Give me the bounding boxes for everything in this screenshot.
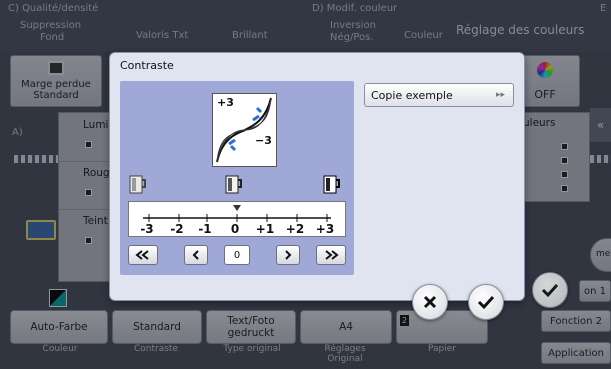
scale-label-m2: -2 — [170, 222, 184, 236]
scale-label-m1: -1 — [198, 222, 212, 236]
decrease-button[interactable] — [184, 245, 208, 265]
contrast-scale: -3 -2 -1 0 +1 +2 +3 — [128, 201, 346, 237]
curve-minus-label: −3 — [255, 134, 272, 147]
scale-label-p2: +2 — [285, 222, 305, 236]
scale-label-p3: +3 — [315, 222, 335, 236]
increase-button[interactable] — [276, 245, 300, 265]
contrast-dialog: Contraste +3 −3 -3 -2 -1 0 +1 +2 +3 0 Co… — [109, 52, 525, 301]
ok-button[interactable] — [468, 284, 504, 320]
double-arrow-right-icon: ▸▸ — [495, 90, 505, 100]
scale-label-m3: -3 — [140, 222, 154, 236]
curve-plus-label: +3 — [217, 96, 234, 109]
background-ok-button[interactable] — [532, 272, 568, 308]
double-chevron-right-icon — [325, 250, 339, 260]
proof-copy-label: Copie exemple — [371, 88, 453, 102]
contrast-value-display: 0 — [224, 245, 250, 265]
chevron-left-icon — [192, 250, 199, 260]
close-icon — [423, 295, 437, 309]
low-contrast-cup-icon — [129, 175, 146, 194]
mid-contrast-cup-icon — [225, 175, 242, 194]
scale-ticks — [143, 205, 331, 222]
scale-pointer — [233, 205, 241, 211]
contrast-curve-icon: +3 −3 — [212, 93, 277, 167]
dialog-title: Contraste — [120, 59, 174, 72]
double-chevron-left-icon — [135, 250, 149, 260]
high-contrast-cup-icon — [323, 175, 340, 194]
fast-decrease-button[interactable] — [128, 245, 158, 265]
check-icon — [541, 283, 559, 298]
cancel-button[interactable] — [412, 284, 448, 320]
proof-copy-button[interactable]: Copie exemple ▸▸ — [364, 83, 514, 107]
check-icon — [477, 295, 495, 310]
contrast-adjust-area: +3 −3 -3 -2 -1 0 +1 +2 +3 0 — [120, 81, 354, 275]
fast-increase-button[interactable] — [316, 245, 346, 265]
chevron-right-icon — [285, 250, 292, 260]
scale-label-p1: +1 — [255, 222, 275, 236]
scale-label-0: 0 — [230, 222, 240, 236]
